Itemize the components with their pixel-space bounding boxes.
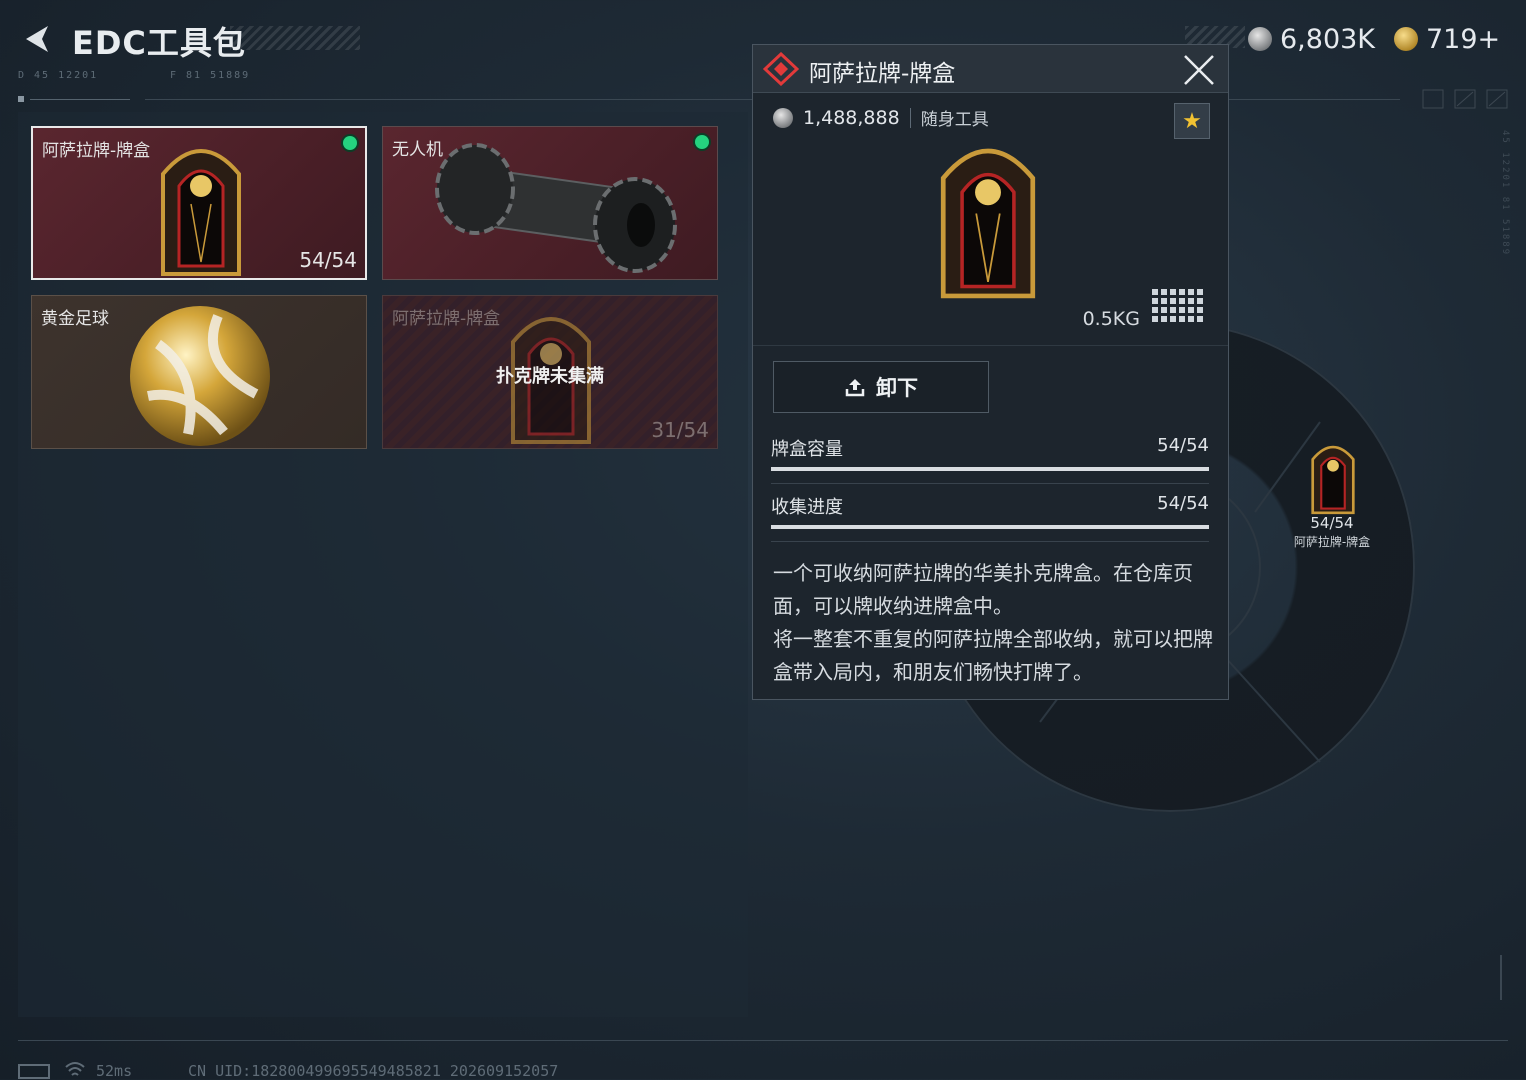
grid-cell — [1161, 307, 1167, 313]
page-title: EDC工具包 — [72, 24, 246, 62]
separator — [909, 107, 911, 128]
title-decoration — [230, 26, 360, 50]
grid-cell — [1188, 316, 1194, 322]
wifi-icon — [65, 1062, 85, 1076]
item-card-golden-football[interactable]: 黄金足球 — [31, 295, 367, 449]
user-uid: CN UID:182800499695549485821 20260915205… — [188, 1062, 559, 1080]
back-arrow-icon[interactable] — [18, 22, 54, 56]
item-weight: 0.5KG — [1082, 308, 1140, 330]
gold-amount: 719+ — [1426, 23, 1501, 55]
grid-cell — [1179, 316, 1185, 322]
grid-cell — [1179, 289, 1185, 295]
stat-label: 收集进度 — [771, 497, 843, 518]
grid-cell — [1152, 298, 1158, 304]
grid-cell — [1179, 307, 1185, 313]
silver-coin-icon — [1248, 27, 1272, 51]
currency-gold[interactable]: 719+ — [1394, 22, 1500, 56]
unload-button[interactable]: 卸下 — [773, 361, 989, 413]
stat-bar — [771, 467, 1209, 471]
item-preview-image — [940, 148, 1036, 299]
equipped-indicator-icon — [695, 135, 709, 149]
description-paragraph: 一个可收纳阿萨拉牌的华美扑克牌盒。在仓库页面，可以牌收纳进牌盒中。 — [773, 561, 1193, 618]
grid-cell — [1152, 316, 1158, 322]
scroll-track — [1500, 955, 1502, 1000]
stat-divider — [771, 541, 1209, 542]
grid-cell — [1170, 289, 1176, 295]
popup-header: 阿萨拉牌-牌盒 — [753, 45, 1228, 93]
grid-size-icon — [1152, 289, 1208, 327]
favorite-star-icon[interactable]: ★ — [1174, 103, 1210, 139]
equipped-indicator-icon — [343, 136, 357, 150]
grid-cell — [1188, 289, 1194, 295]
grid-cell — [1188, 298, 1194, 304]
item-category: 随身工具 — [920, 110, 989, 130]
stat-bar — [771, 525, 1209, 529]
stat-value: 54/54 — [1157, 493, 1209, 514]
slot-card-box-icon[interactable] — [1308, 438, 1358, 516]
stat-collection: 收集进度 54/54 — [771, 493, 1209, 542]
item-detail-popup: 阿萨拉牌-牌盒 1,488,888 随身工具 ★ 0.5KG 卸下 牌盒容量 5… — [752, 44, 1229, 700]
item-count: 54/54 — [299, 248, 357, 272]
battery-icon — [18, 1064, 50, 1079]
grid-cell — [1197, 307, 1203, 313]
header-code-right: F 81 51889 — [170, 70, 251, 81]
stat-value: 54/54 — [1157, 435, 1209, 456]
silver-coin-icon — [773, 107, 793, 128]
grid-cell — [1152, 289, 1158, 295]
currency-silver[interactable]: 6,803K — [1248, 22, 1375, 56]
silver-amount: 6,803K — [1280, 23, 1376, 55]
ping-value: 52ms — [96, 1062, 133, 1080]
stat-divider — [771, 483, 1209, 484]
grid-cell — [1170, 307, 1176, 313]
grid-cell — [1197, 289, 1203, 295]
item-label: 阿萨拉牌-牌盒 — [42, 141, 151, 161]
stat-capacity: 牌盒容量 54/54 — [771, 435, 1209, 484]
item-label: 无人机 — [392, 140, 443, 160]
gold-coin-icon — [1394, 27, 1418, 51]
item-card-drone[interactable]: 无人机 — [382, 126, 718, 280]
item-card-card-box[interactable]: 阿萨拉牌-牌盒 54/54 — [31, 126, 367, 280]
description-paragraph: 将一整套不重复的阿萨拉牌全部收纳，就可以把牌盒带入局内，和朋友们畅快打牌了。 — [773, 627, 1213, 684]
grid-cell — [1197, 298, 1203, 304]
item-value: 1,488,888 — [803, 106, 900, 129]
item-count: 31/54 — [651, 418, 709, 442]
grid-cell — [1170, 316, 1176, 322]
header-code-left: D 45 12201 — [18, 70, 99, 81]
divider-line — [30, 99, 130, 100]
popup-divider — [753, 345, 1228, 346]
card-box-icon — [161, 149, 241, 276]
incomplete-notice: 扑克牌未集满 — [496, 366, 604, 387]
edc-inventory-panel: 阿萨拉牌-牌盒 54/54 无人机 黄金足球 阿萨拉牌-牌盒 扑克牌未集满 31… — [18, 112, 748, 1017]
stat-label: 牌盒容量 — [771, 439, 843, 460]
grid-cell — [1179, 298, 1185, 304]
upload-icon — [845, 379, 865, 397]
grid-cell — [1170, 298, 1176, 304]
footer-divider — [18, 1040, 1508, 1041]
grid-cell — [1152, 307, 1158, 313]
grid-cell — [1161, 316, 1167, 322]
close-icon[interactable] — [1182, 53, 1216, 87]
stat-bar-fill — [771, 525, 1209, 529]
slot-count: 54/54 — [1310, 514, 1354, 532]
grid-cell — [1197, 316, 1203, 322]
golden-football-icon — [130, 306, 270, 446]
stat-bar-fill — [771, 467, 1209, 471]
grid-cell — [1188, 307, 1194, 313]
drone-icon — [435, 143, 677, 273]
divider-marker — [18, 96, 24, 102]
side-code-decoration: 45 12201 81 51889 — [1500, 130, 1510, 257]
item-card-card-box-incomplete[interactable]: 阿萨拉牌-牌盒 扑克牌未集满 31/54 — [382, 295, 718, 449]
item-label: 阿萨拉牌-牌盒 — [392, 309, 501, 329]
unload-label: 卸下 — [876, 376, 918, 400]
popup-title: 阿萨拉牌-牌盒 — [809, 61, 956, 87]
window-controls-decoration — [1422, 88, 1512, 110]
item-description: 一个可收纳阿萨拉牌的华美扑克牌盒。在仓库页面，可以牌收纳进牌盒中。 将一整套不重… — [773, 557, 1213, 689]
item-label: 黄金足球 — [41, 309, 109, 329]
slot-name: 阿萨拉牌-牌盒 — [1293, 535, 1371, 549]
item-value-row: 1,488,888 随身工具 — [773, 105, 989, 130]
rarity-diamond-icon — [763, 52, 799, 86]
grid-cell — [1161, 298, 1167, 304]
grid-cell — [1161, 289, 1167, 295]
